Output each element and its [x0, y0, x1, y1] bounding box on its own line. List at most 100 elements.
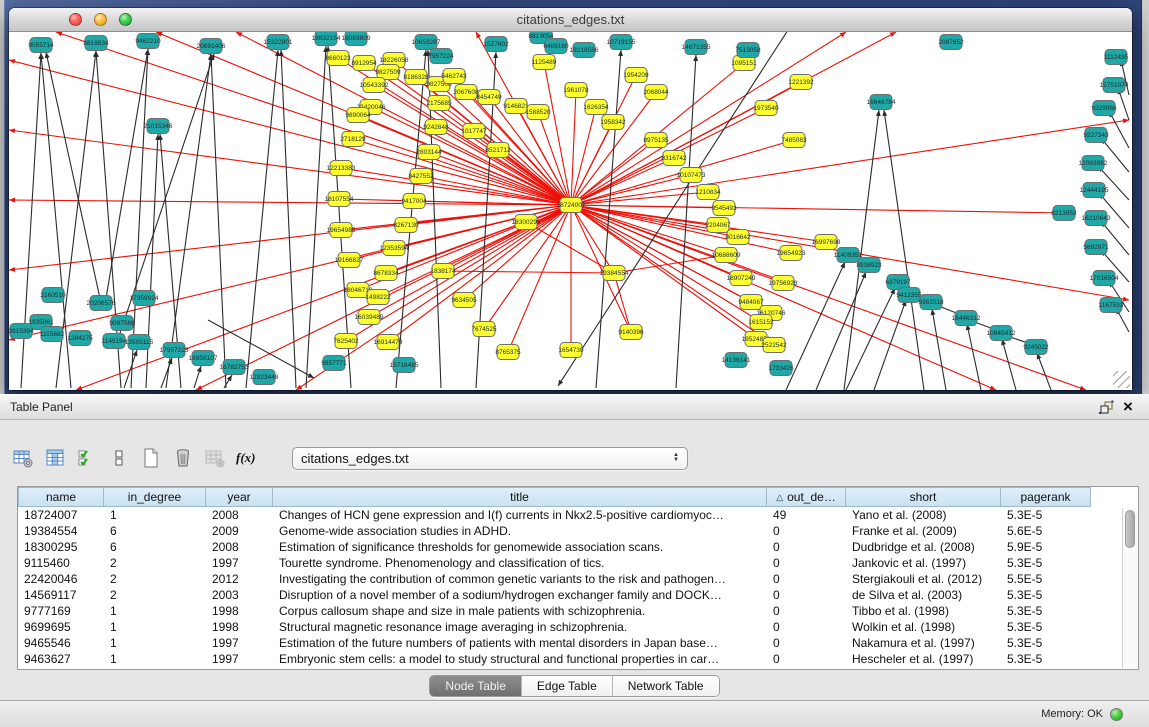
- column-header-year[interactable]: year: [206, 487, 273, 507]
- table-cell[interactable]: 0: [767, 539, 846, 555]
- network-node[interactable]: 12093882: [1079, 156, 1108, 171]
- network-node[interactable]: 16446312: [952, 311, 981, 326]
- table-cell[interactable]: Corpus callosum shape and size in male p…: [273, 603, 767, 619]
- table-cell[interactable]: 5.3E-5: [1001, 635, 1091, 651]
- vertical-scrollbar[interactable]: [1122, 508, 1137, 668]
- table-cell[interactable]: 9777169: [18, 603, 104, 619]
- column-header-title[interactable]: title: [273, 487, 767, 507]
- network-node[interactable]: 1958342: [600, 115, 626, 130]
- network-node[interactable]: 8213953: [1051, 206, 1077, 221]
- column-header-pagerank[interactable]: pagerank: [1001, 487, 1091, 507]
- network-node[interactable]: 7957224: [428, 49, 454, 64]
- table-cell[interactable]: Structural magnetic resonance image aver…: [273, 619, 767, 635]
- float-window-icon[interactable]: [1095, 397, 1117, 417]
- network-node[interactable]: 7625402: [333, 334, 359, 349]
- network-node[interactable]: 8186328: [403, 70, 429, 85]
- table-cell[interactable]: 0: [767, 635, 846, 651]
- network-node[interactable]: 9242848: [423, 120, 449, 135]
- network-node[interactable]: 9462210: [135, 34, 161, 49]
- show-columns-icon[interactable]: [42, 445, 68, 471]
- network-node[interactable]: 1954209: [623, 68, 649, 83]
- network-node[interactable]: 19384554: [600, 266, 629, 281]
- table-cell[interactable]: 0: [767, 571, 846, 587]
- network-node[interactable]: 20206576: [87, 296, 116, 311]
- table-row[interactable]: 1872400712008Changes of HCN gene express…: [18, 507, 1138, 523]
- network-node[interactable]: 1210834: [695, 185, 721, 200]
- network-node[interactable]: 19654985: [327, 223, 356, 238]
- table-cell[interactable]: 0: [767, 651, 846, 667]
- network-node[interactable]: 1394275: [67, 331, 93, 346]
- table-cell[interactable]: 5.3E-5: [1001, 587, 1091, 603]
- network-node[interactable]: 7513058: [735, 43, 761, 58]
- network-node[interactable]: 5692971: [1083, 240, 1109, 255]
- table-row[interactable]: 946554611997Estimation of the future num…: [18, 635, 1138, 651]
- table-cell[interactable]: 9699695: [18, 619, 104, 635]
- table-cell[interactable]: Jankovic et al. (1997): [846, 555, 1001, 571]
- table-cell[interactable]: 0: [767, 587, 846, 603]
- network-node[interactable]: 1838174: [430, 264, 456, 279]
- network-node[interactable]: 1615152: [748, 315, 774, 330]
- network-node[interactable]: 14671355: [682, 40, 711, 55]
- network-node[interactable]: 1221392: [788, 75, 814, 90]
- table-cell[interactable]: 5.9E-5: [1001, 539, 1091, 555]
- table-row[interactable]: 977716911998Corpus callosum shape and si…: [18, 603, 1138, 619]
- table-cell[interactable]: 2: [104, 571, 206, 587]
- hide-rows-icon[interactable]: [106, 445, 132, 471]
- table-cell[interactable]: Estimation of the future numbers of pati…: [273, 635, 767, 651]
- network-node[interactable]: 19756928: [769, 276, 798, 291]
- table-cell[interactable]: Wolkin et al. (1998): [846, 619, 1001, 635]
- network-window[interactable]: citations_edges.txt 18724007866012389129…: [9, 8, 1132, 390]
- network-node[interactable]: 16648784: [867, 95, 896, 110]
- network-node[interactable]: 8912954: [351, 56, 377, 71]
- tab-network-table[interactable]: Network Table: [612, 676, 719, 696]
- table-cell[interactable]: 1997: [206, 651, 273, 667]
- network-node[interactable]: 20691406: [197, 39, 226, 54]
- network-node[interactable]: 3915394: [9, 324, 34, 339]
- table-cell[interactable]: 22420046: [18, 571, 104, 587]
- network-node[interactable]: 2803144: [416, 145, 442, 160]
- network-node[interactable]: 16083809: [342, 32, 371, 46]
- table-row[interactable]: 1456911722003Disruption of a novel membe…: [18, 587, 1138, 603]
- table-cell[interactable]: 49: [767, 507, 846, 523]
- network-node[interactable]: 1017747: [461, 124, 487, 139]
- network-node[interactable]: 9097588: [109, 316, 135, 331]
- table-cell[interactable]: 6: [104, 539, 206, 555]
- network-node[interactable]: 1626354: [583, 100, 609, 115]
- column-header-name[interactable]: name: [18, 487, 104, 507]
- table-cell[interactable]: Disruption of a novel member of a sodium…: [273, 587, 767, 603]
- table-cell[interactable]: 0: [767, 603, 846, 619]
- network-node[interactable]: 15322801: [264, 35, 293, 50]
- close-icon[interactable]: ×: [1117, 397, 1139, 417]
- network-node[interactable]: 9055714: [28, 38, 54, 53]
- network-node[interactable]: 8975135: [643, 133, 669, 148]
- table-settings-icon[interactable]: [10, 445, 36, 471]
- tab-node-table[interactable]: Node Table: [430, 676, 521, 696]
- network-node[interactable]: 8267130: [393, 218, 419, 233]
- table-cell[interactable]: 1998: [206, 619, 273, 635]
- network-node[interactable]: 1973540: [753, 101, 779, 116]
- table-cell[interactable]: 9115460: [18, 555, 104, 571]
- network-node[interactable]: 2175685: [426, 96, 452, 111]
- network-node[interactable]: 21015346: [144, 119, 173, 134]
- network-node[interactable]: 8660123: [325, 51, 351, 66]
- network-node[interactable]: 18300295: [512, 215, 541, 230]
- tab-edge-table[interactable]: Edge Table: [521, 676, 612, 696]
- memory-status-indicator[interactable]: [1110, 708, 1123, 721]
- network-node[interactable]: 7485083: [781, 133, 807, 148]
- table-cell[interactable]: Dudbridge et al. (2008): [846, 539, 1001, 555]
- network-canvas[interactable]: 1872400786601238912954182260589827509818…: [9, 32, 1132, 390]
- function-builder-icon[interactable]: f(x): [234, 445, 260, 471]
- delete-icon[interactable]: [170, 445, 196, 471]
- table-cell[interactable]: 1: [104, 507, 206, 523]
- network-node[interactable]: 5462743: [441, 69, 467, 84]
- table-cell[interactable]: 5.3E-5: [1001, 651, 1091, 667]
- network-node[interactable]: 18907249: [727, 271, 756, 286]
- table-cell[interactable]: 19384554: [18, 523, 104, 539]
- network-node[interactable]: 10107473: [677, 168, 706, 183]
- network-node[interactable]: 2067608: [453, 85, 479, 100]
- network-node[interactable]: 8819834: [83, 36, 109, 51]
- network-node[interactable]: 16914479: [374, 335, 403, 350]
- table-cell[interactable]: 9463627: [18, 651, 104, 667]
- network-node[interactable]: 8678334: [373, 266, 399, 281]
- table-cell[interactable]: Estimation of significance thresholds fo…: [273, 539, 767, 555]
